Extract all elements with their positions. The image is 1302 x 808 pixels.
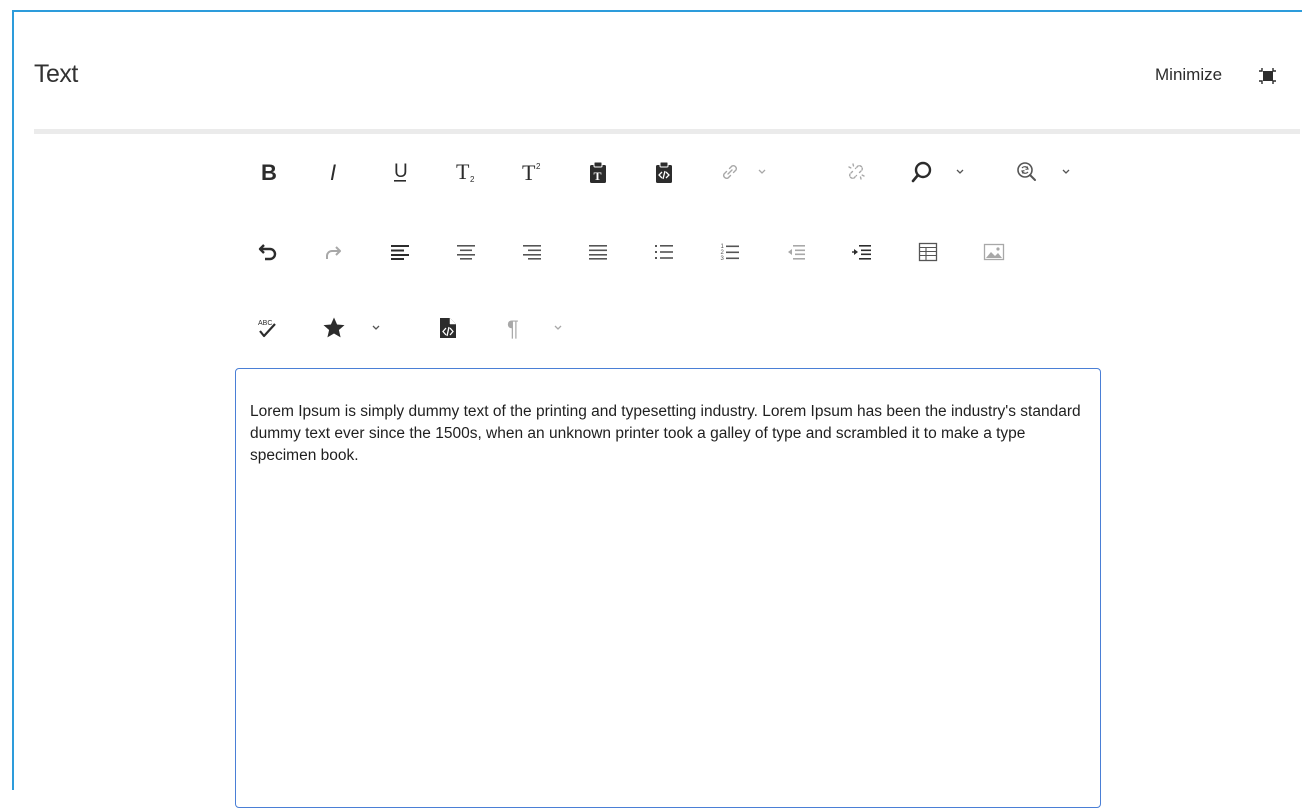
fullscreen-toggle-button[interactable] — [1256, 64, 1280, 88]
fullscreen-icon — [1259, 68, 1276, 84]
align-center-button[interactable] — [446, 232, 486, 272]
italic-icon: I — [330, 161, 336, 183]
spellcheck-icon: ABC — [258, 320, 276, 338]
find-icon — [911, 161, 932, 183]
svg-text:T: T — [594, 169, 602, 183]
bold-icon: B — [261, 161, 277, 183]
paste-html-icon — [656, 161, 672, 183]
bold-button[interactable]: B — [248, 152, 288, 192]
chevron-down-icon — [554, 325, 562, 330]
svg-text:¶: ¶ — [507, 316, 519, 340]
outdent-button[interactable] — [776, 232, 816, 272]
chevron-down-icon — [956, 169, 964, 174]
dialog-title: Text — [34, 60, 78, 88]
find-button[interactable] — [902, 152, 942, 192]
svg-text:T: T — [522, 160, 536, 184]
indent-icon — [852, 245, 871, 260]
indent-button[interactable] — [842, 232, 882, 272]
link-dropdown-button[interactable] — [754, 152, 770, 192]
redo-button[interactable] — [314, 232, 354, 272]
svg-text:3: 3 — [721, 256, 725, 262]
subscript-button[interactable]: T 2 — [446, 152, 486, 192]
find-dropdown-button[interactable] — [952, 152, 968, 192]
svg-text:2: 2 — [536, 162, 541, 171]
redo-icon — [326, 246, 341, 259]
subscript-icon: T 2 — [456, 160, 475, 184]
insert-image-button[interactable] — [974, 232, 1014, 272]
minimize-button[interactable]: Minimize — [1155, 65, 1222, 85]
link-icon — [723, 165, 737, 179]
superscript-icon: T 2 — [522, 160, 541, 184]
align-left-icon — [391, 245, 409, 260]
chevron-down-icon — [1062, 169, 1070, 174]
pilcrow-icon: ¶ — [507, 316, 519, 340]
svg-text:U: U — [394, 161, 408, 182]
undo-button[interactable] — [248, 232, 288, 272]
svg-text:T: T — [456, 160, 470, 184]
align-center-icon — [457, 245, 475, 260]
svg-text:2: 2 — [470, 175, 475, 184]
numbered-list-button[interactable]: 1 2 3 — [710, 232, 750, 272]
source-edit-icon — [440, 318, 456, 338]
underline-icon: U — [394, 161, 408, 182]
outdent-icon — [788, 245, 805, 260]
unlink-button[interactable] — [836, 152, 876, 192]
bullet-list-button[interactable] — [644, 232, 684, 272]
dialog-header: Text Minimize — [14, 12, 1302, 132]
toolbar-row-tools: ABC ¶ — [248, 308, 588, 348]
toolbar-row-formatting: B I U T 2 T 2 T — [248, 152, 1108, 192]
rich-text-dialog: Text Minimize B I U T 2 T 2 T 1 2 3 ABC … — [12, 10, 1302, 808]
find-replace-button[interactable] — [1006, 152, 1046, 192]
find-replace-icon — [1017, 162, 1036, 181]
svg-text:B: B — [261, 161, 277, 183]
source-edit-button[interactable] — [428, 308, 468, 348]
rich-text-editor[interactable]: Lorem Ipsum is simply dummy text of the … — [235, 368, 1101, 808]
special-character-dropdown-button[interactable] — [368, 308, 384, 348]
superscript-button[interactable]: T 2 — [512, 152, 552, 192]
link-button[interactable] — [710, 152, 750, 192]
numbered-list-icon: 1 2 3 — [721, 244, 739, 262]
unlink-icon — [848, 163, 865, 180]
chevron-down-icon — [372, 325, 380, 330]
bullet-list-icon — [655, 245, 673, 259]
paste-as-text-button[interactable]: T — [578, 152, 618, 192]
image-icon — [983, 243, 1005, 261]
special-character-button[interactable] — [314, 308, 354, 348]
underline-button[interactable]: U — [380, 152, 420, 192]
chevron-down-icon — [758, 169, 766, 174]
justify-icon — [589, 245, 607, 260]
header-divider — [34, 129, 1300, 134]
paste-from-word-button[interactable] — [644, 152, 684, 192]
insert-table-button[interactable] — [908, 232, 948, 272]
svg-text:I: I — [330, 161, 336, 183]
table-icon — [918, 242, 938, 262]
toolbar-row-paragraph: 1 2 3 — [248, 232, 1048, 272]
find-replace-dropdown-button[interactable] — [1058, 152, 1074, 192]
align-right-icon — [523, 245, 541, 260]
align-left-button[interactable] — [380, 232, 420, 272]
star-icon — [323, 317, 345, 338]
italic-button[interactable]: I — [314, 152, 354, 192]
spellcheck-button[interactable]: ABC — [248, 308, 288, 348]
svg-text:ABC: ABC — [258, 320, 272, 327]
paste-text-icon: T — [590, 161, 606, 183]
align-right-button[interactable] — [512, 232, 552, 272]
paragraph-format-button[interactable]: ¶ — [494, 308, 534, 348]
justify-button[interactable] — [578, 232, 618, 272]
undo-icon — [258, 244, 277, 261]
paragraph-format-dropdown-button[interactable] — [550, 308, 566, 348]
